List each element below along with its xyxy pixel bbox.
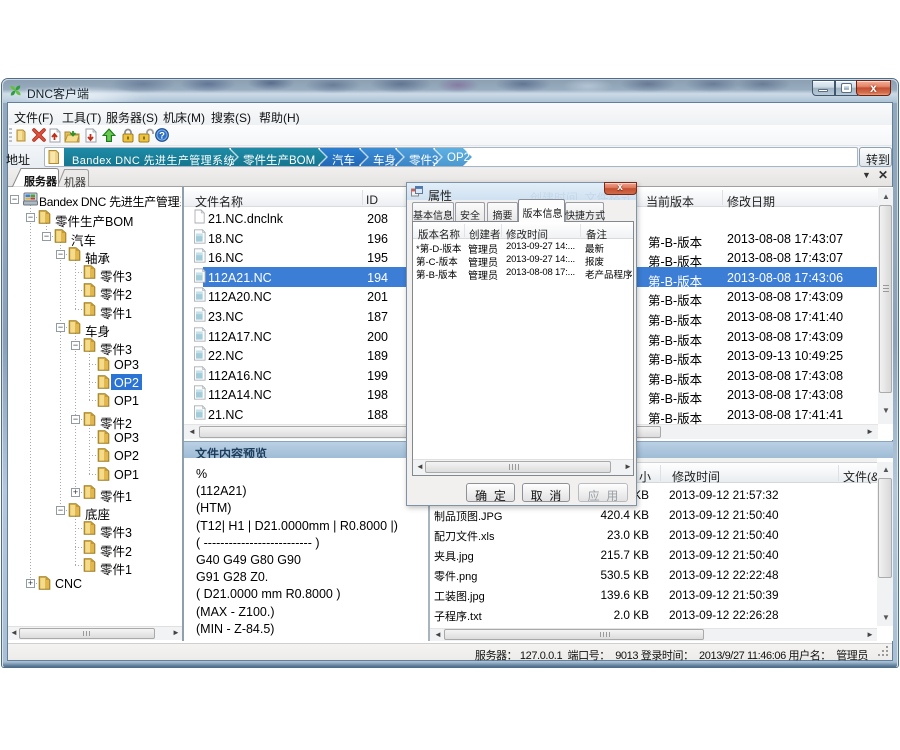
svg-text:?: ? <box>159 130 165 141</box>
